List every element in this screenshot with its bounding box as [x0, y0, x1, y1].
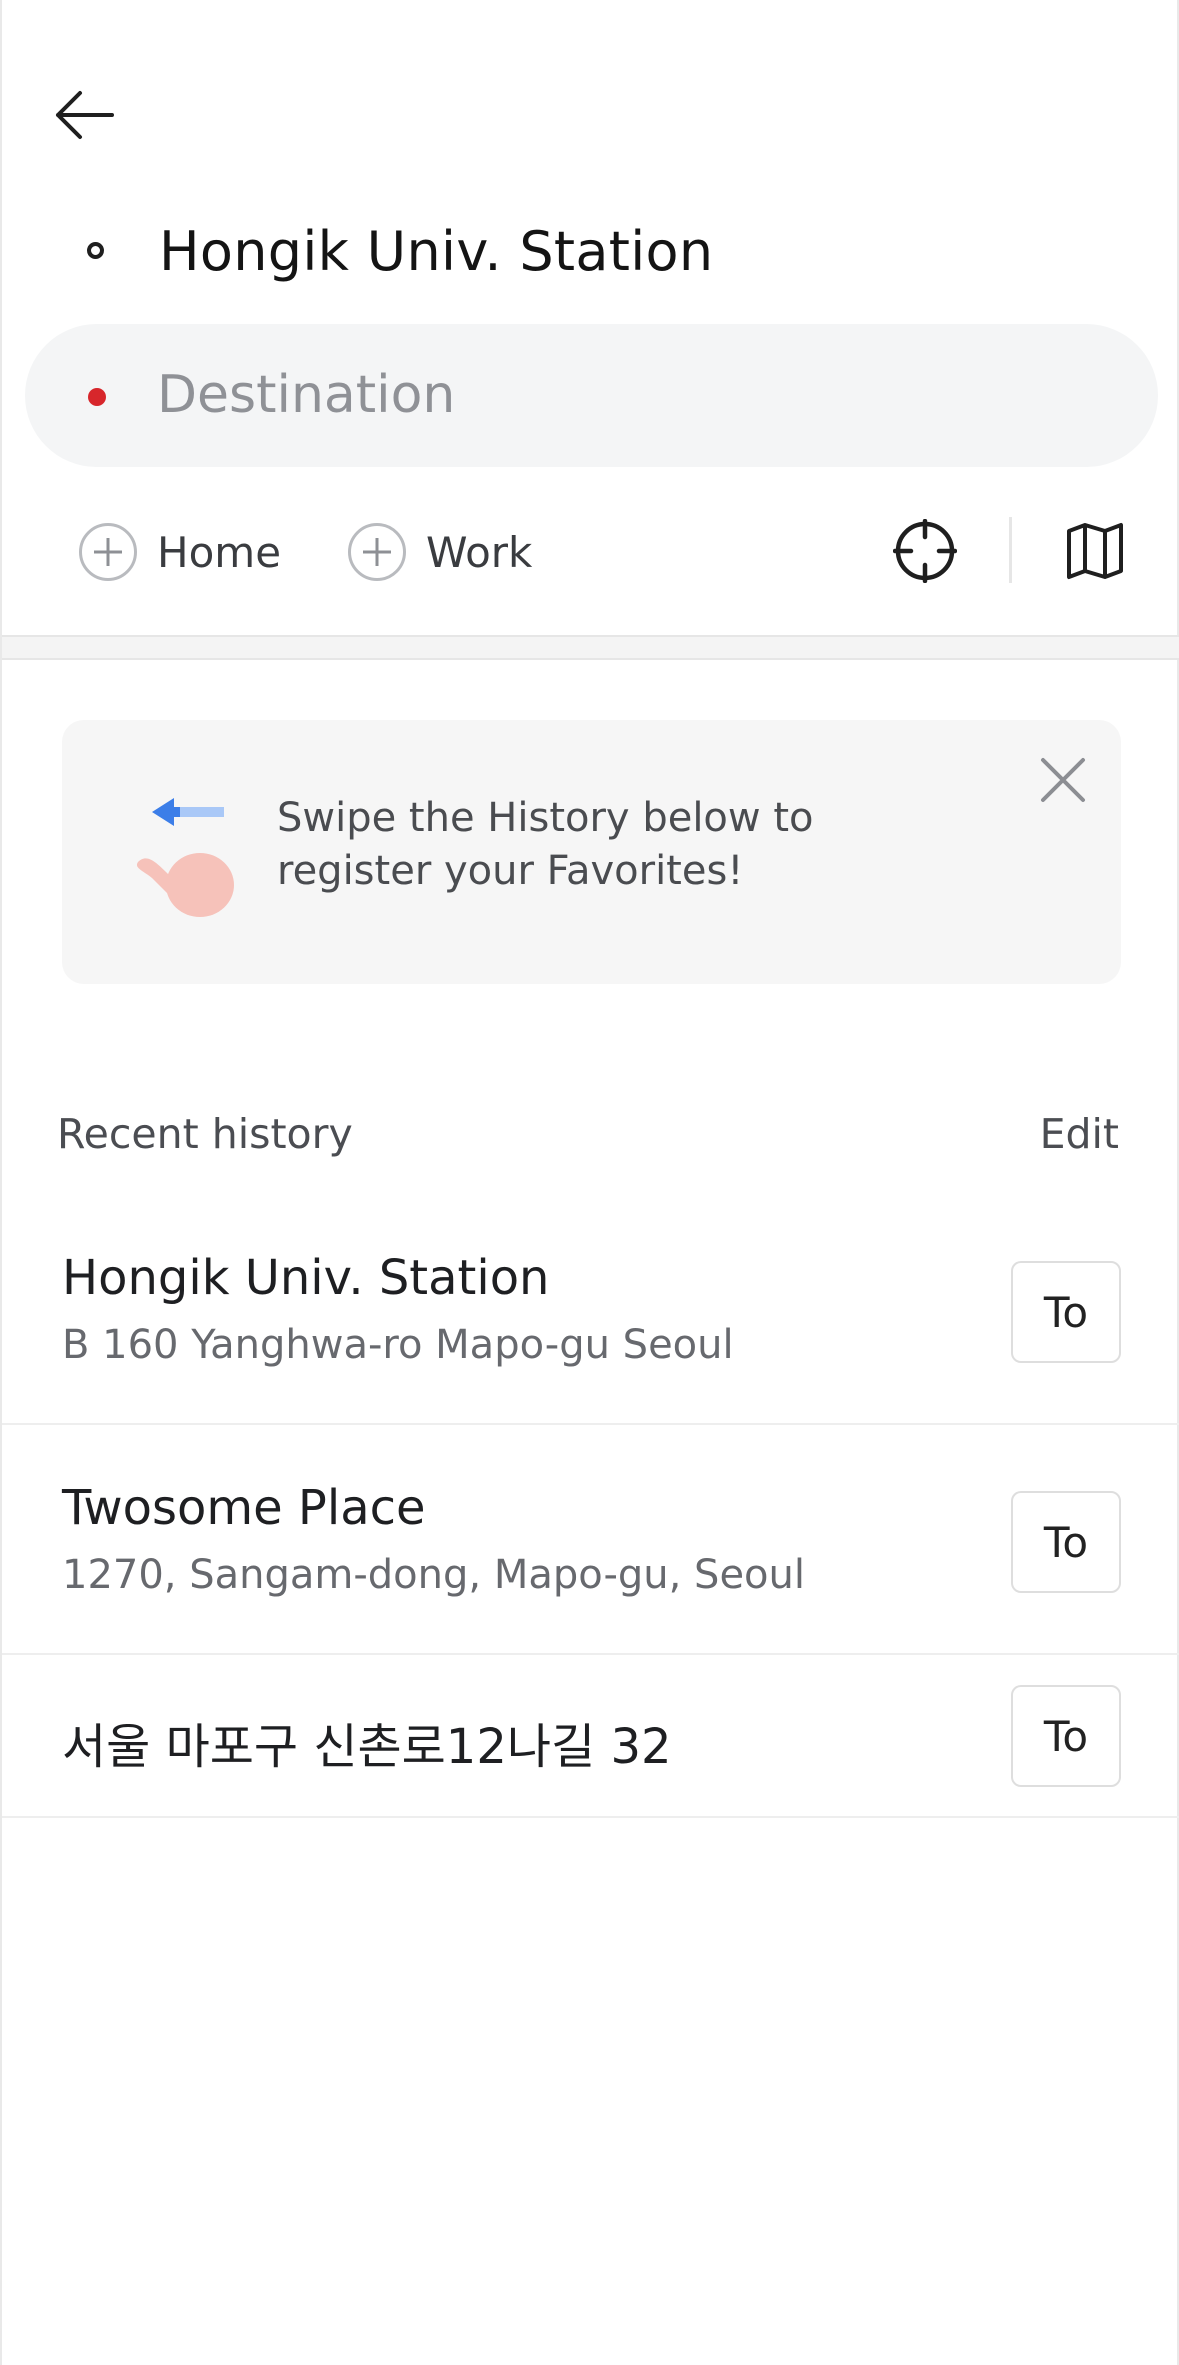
- swipe-tip-banner: Swipe the History below to register your…: [62, 720, 1121, 984]
- history-item-address: B 160 Yanghwa-ro Mapo-gu Seoul: [62, 1322, 734, 1368]
- back-arrow-icon: [56, 91, 114, 139]
- work-label: Work: [426, 527, 533, 577]
- history-list: Hongik Univ. Station B 160 Yanghwa-ro Ma…: [2, 1195, 1179, 1818]
- history-item-name: 서울 마포구 신촌로12나길 32: [62, 1719, 672, 1775]
- home-shortcut-button[interactable]: Home: [79, 522, 281, 582]
- section-separator: [2, 635, 1179, 660]
- destination-dot-icon: [88, 388, 106, 406]
- work-shortcut-button[interactable]: Work: [348, 522, 532, 582]
- set-destination-button[interactable]: To: [1011, 1491, 1121, 1593]
- history-header: Recent history Edit: [2, 1110, 1179, 1170]
- list-item[interactable]: 서울 마포구 신촌로12나길 32 To: [2, 1655, 1179, 1818]
- history-title: Recent history: [57, 1110, 353, 1158]
- history-item-address: 1270, Sangam-dong, Mapo-gu, Seoul: [62, 1552, 805, 1598]
- plus-icon: [79, 523, 137, 581]
- back-button[interactable]: [54, 80, 134, 150]
- destination-input[interactable]: [157, 350, 1057, 440]
- toolbar-divider: [1009, 517, 1012, 583]
- destination-field[interactable]: [25, 324, 1158, 467]
- set-destination-button[interactable]: To: [1011, 1685, 1121, 1787]
- origin-text: Hongik Univ. Station: [159, 220, 714, 283]
- history-item-name: Twosome Place: [62, 1480, 426, 1536]
- history-edit-button[interactable]: Edit: [1040, 1110, 1119, 1158]
- origin-dot-icon: [87, 242, 104, 259]
- list-item[interactable]: Twosome Place 1270, Sangam-dong, Mapo-gu…: [2, 1425, 1179, 1655]
- map-icon: [1067, 523, 1123, 579]
- close-icon[interactable]: [1039, 756, 1087, 804]
- swipe-hand-icon: [136, 798, 234, 917]
- history-item-name: Hongik Univ. Station: [62, 1250, 550, 1306]
- plus-icon: [348, 523, 406, 581]
- current-location-button[interactable]: [892, 518, 958, 584]
- set-destination-button[interactable]: To: [1011, 1261, 1121, 1363]
- tip-message: Swipe the History below to register your…: [277, 795, 814, 894]
- map-button[interactable]: [1065, 521, 1125, 581]
- route-search-screen: Hongik Univ. Station Home Work: [0, 0, 1179, 2365]
- shortcut-bar: Home Work: [2, 510, 1179, 590]
- crosshair-icon: [892, 518, 958, 584]
- list-item[interactable]: Hongik Univ. Station B 160 Yanghwa-ro Ma…: [2, 1195, 1179, 1425]
- home-label: Home: [157, 527, 282, 577]
- origin-field[interactable]: Hongik Univ. Station: [2, 200, 1179, 300]
